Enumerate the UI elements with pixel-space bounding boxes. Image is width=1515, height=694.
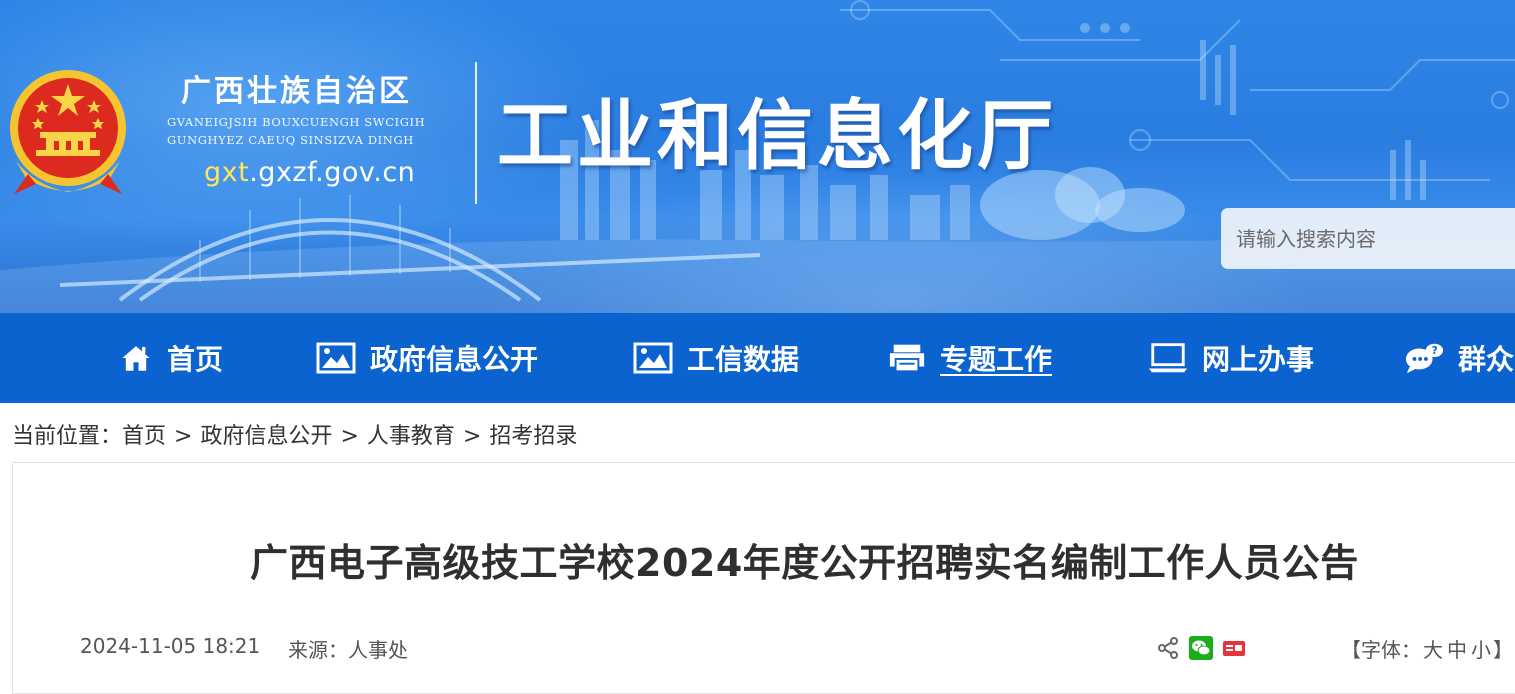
site-domain-prefix: gxt (204, 157, 250, 188)
breadcrumb-separator: > (462, 424, 482, 449)
toutiao-share-icon[interactable] (1222, 636, 1246, 660)
nav-item-label: 专题工作 (940, 343, 1053, 376)
printer-icon (889, 344, 925, 373)
nav-item-public-interaction[interactable]: ? 群众 (1404, 313, 1514, 403)
nav-item-special-topics[interactable]: 专题工作 (888, 313, 1052, 403)
region-name-zhuang-line1: GVANEIGJSIH BOUXCUENGH SWCIGIH (167, 115, 426, 129)
breadcrumb-item-gov-info[interactable]: 政府信息公开 (200, 424, 332, 449)
breadcrumb-prefix: 当前位置： (12, 424, 123, 449)
share-icon[interactable] (1156, 636, 1180, 660)
site-domain: gxt.gxzf.gov.cn (204, 157, 415, 188)
nav-item-industry-data[interactable]: 工信数据 (633, 313, 799, 403)
breadcrumb-item-personnel-education[interactable]: 人事教育 (367, 424, 455, 449)
font-size-large-button[interactable]: 大 (1423, 638, 1443, 662)
nav-item-online-services[interactable]: 网上办事 (1148, 313, 1314, 403)
region-name-zhuang-line2: GUNGHYEZ CAEUQ SINSIZVA DINGH (167, 133, 414, 147)
national-emblem-logo (10, 70, 126, 194)
wechat-share-icon[interactable] (1189, 636, 1213, 660)
picture-icon (633, 342, 673, 374)
nav-item-gov-info[interactable]: 政府信息公开 (316, 313, 538, 403)
monitor-icon (1148, 343, 1188, 373)
article-title: 广西电子高级技工学校2024年度公开招聘实名编制工作人员公告 (250, 541, 1359, 585)
svg-text:?: ? (1432, 345, 1438, 357)
nav-item-home[interactable]: 首页 (119, 313, 223, 403)
main-nav: 首页 政府信息公开 工信数据 专题工作 网上办事 ? 群众 (0, 313, 1515, 403)
nav-item-label: 政府信息公开 (370, 343, 539, 376)
font-size-small-button[interactable]: 小 (1471, 638, 1491, 662)
site-header: 广西壮族自治区 GVANEIGJSIH BOUXCUENGH SWCIGIH G… (0, 0, 1515, 313)
home-icon (122, 346, 150, 371)
header-divider (475, 62, 477, 204)
nav-item-label: 群众 (1458, 343, 1515, 376)
breadcrumb-item-recruitment[interactable]: 招考招录 (489, 424, 577, 449)
nav-item-label: 工信数据 (687, 343, 800, 376)
nav-item-label: 首页 (167, 343, 224, 376)
region-name-chinese: 广西壮族自治区 (181, 74, 412, 109)
article-date: 2024-11-05 18:21 (80, 634, 261, 658)
picture-icon (316, 342, 356, 374)
search-input[interactable] (1221, 208, 1515, 269)
font-size-close-bracket: 】 (1493, 638, 1513, 662)
nav-item-label: 网上办事 (1202, 343, 1315, 376)
font-size-switcher: 【字体：大中小】 (1341, 634, 1513, 663)
article-source: 来源：人事处 (288, 638, 408, 662)
chat-icon: ? (1405, 343, 1444, 374)
font-size-medium-button[interactable]: 中 (1447, 638, 1467, 662)
breadcrumb: 当前位置：首页 > 政府信息公开 > 人事教育 > 招考招录 (12, 418, 577, 450)
department-title: 工业和信息化厅 (497, 91, 1057, 180)
breadcrumb-separator: > (174, 424, 193, 449)
breadcrumb-item-home[interactable]: 首页 (122, 424, 166, 449)
site-domain-rest: .gxzf.gov.cn (249, 157, 416, 188)
breadcrumb-separator: > (340, 424, 359, 449)
font-size-label: 【字体： (1341, 638, 1421, 662)
